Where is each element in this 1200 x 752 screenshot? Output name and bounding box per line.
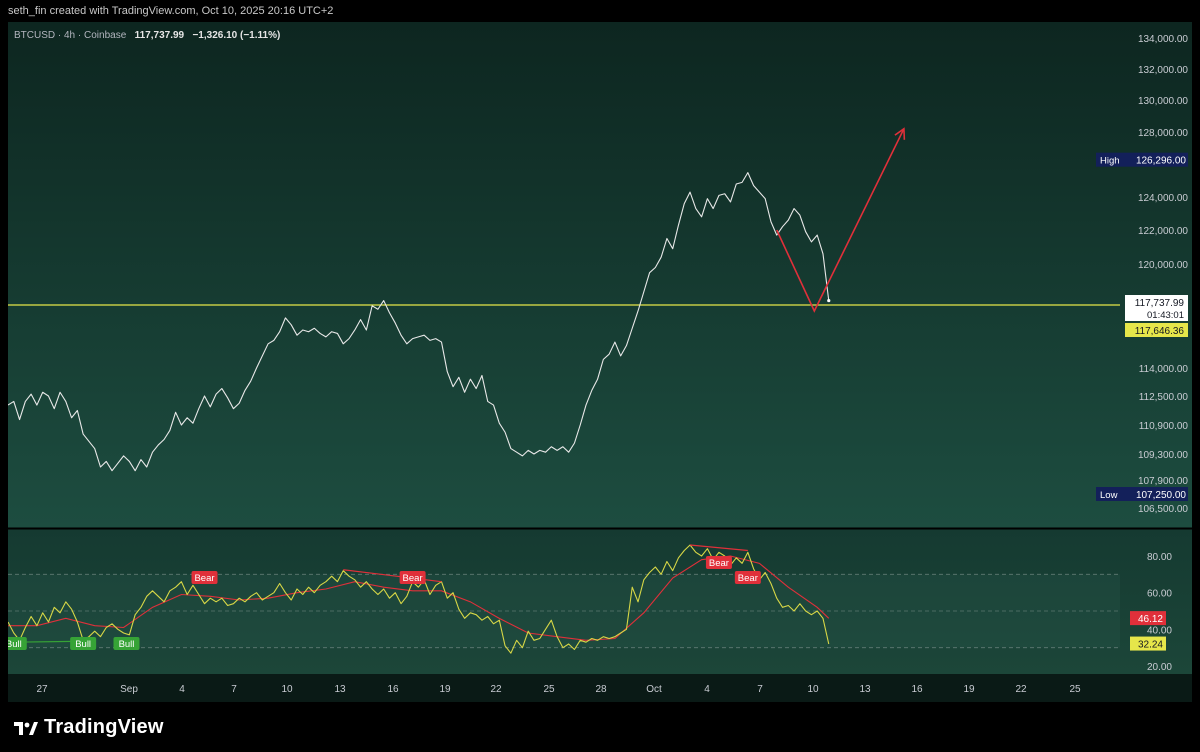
price-tick: 130,000.00	[1138, 96, 1188, 107]
price-tick: 107,900.00	[1138, 476, 1188, 487]
bull-label-text: Bull	[75, 639, 91, 650]
bear-label: Bear	[705, 556, 732, 569]
brand-name: TradingView	[44, 716, 164, 738]
rsi-band	[8, 574, 1120, 648]
rsi-tick: 60.00	[1147, 589, 1172, 600]
time-tick: 13	[859, 684, 871, 695]
price-tick: 122,000.00	[1138, 226, 1188, 237]
time-tick: 4	[179, 684, 185, 695]
current-price-value: 117,737.99	[1135, 298, 1185, 309]
tradingview-logo[interactable]: TradingView	[14, 716, 164, 739]
time-tick: 25	[543, 684, 555, 695]
price-tick: 112,500.00	[1139, 392, 1189, 403]
low-label: Low	[1100, 490, 1118, 501]
bear-label-text: Bear	[194, 573, 214, 584]
price-tick: 106,500.00	[1138, 504, 1188, 515]
bull-label: Bull	[70, 637, 97, 650]
low-value: 107,250.00	[1136, 490, 1186, 501]
bull-label: Bull	[8, 637, 27, 650]
rsi-value: 32.24	[1138, 640, 1163, 651]
bottom-bar	[0, 702, 1200, 752]
last-price-marker	[827, 298, 831, 303]
bull-label-text: Bull	[119, 639, 135, 650]
bear-label: Bear	[399, 571, 426, 584]
time-tick: Sep	[120, 684, 138, 695]
bull-label: Bull	[113, 637, 140, 650]
price-tick: 124,000.00	[1138, 193, 1188, 204]
high-label: High	[1100, 156, 1120, 167]
time-tick: Oct	[646, 684, 662, 695]
level-price-value: 117,646.36	[1135, 326, 1185, 337]
time-tick: 27	[36, 684, 48, 695]
bear-label-text: Bear	[738, 573, 758, 584]
rsi-tick: 40.00	[1147, 625, 1172, 636]
rsi-tick: 80.00	[1147, 552, 1172, 563]
price-change: −1,326.10 (−1.11%)	[192, 30, 281, 41]
bear-label: Bear	[191, 571, 218, 584]
time-tick: 25	[1069, 684, 1081, 695]
time-tick: 13	[334, 684, 346, 695]
price-tick: 114,000.00	[1139, 364, 1189, 375]
time-tick: 7	[757, 684, 763, 695]
price-pane-background	[8, 22, 1192, 528]
time-tick: 16	[387, 684, 399, 695]
high-value: 126,296.00	[1136, 156, 1186, 167]
chart-credit: seth_fin created with TradingView.com, O…	[8, 5, 334, 17]
time-tick: 19	[963, 684, 975, 695]
rsi-tick: 20.00	[1147, 662, 1172, 673]
symbol-info: BTCUSD · 4h · Coinbase 117,737.99 −1,326…	[14, 30, 280, 41]
price-tick: 134,000.00	[1138, 34, 1188, 45]
chart-area[interactable]: Bull Bull Bull Bear Bear Bear Bear 134,000.00 1…	[8, 22, 1192, 702]
time-tick: 22	[1015, 684, 1027, 695]
last-price: 117,737.99	[134, 30, 185, 41]
time-tick: 28	[595, 684, 607, 695]
time-tick: 4	[704, 684, 710, 695]
price-tick: 132,000.00	[1138, 65, 1188, 76]
time-tick: 19	[439, 684, 451, 695]
rsi-ma-value: 46.12	[1138, 614, 1163, 625]
time-tick: 7	[231, 684, 237, 695]
price-tick: 120,000.00	[1138, 260, 1188, 271]
price-tick: 109,300.00	[1138, 450, 1188, 461]
bear-label: Bear	[734, 571, 761, 584]
price-tick: 128,000.00	[1138, 128, 1188, 139]
time-tick: 10	[281, 684, 293, 695]
bull-label-text: Bull	[8, 639, 22, 650]
time-tick: 10	[807, 684, 819, 695]
symbol-label[interactable]: BTCUSD · 4h · Coinbase	[14, 30, 126, 41]
tradingview-logo-icon	[14, 721, 38, 735]
price-tick: 110,900.00	[1139, 421, 1189, 432]
bear-label-text: Bear	[403, 573, 423, 584]
time-tick: 22	[490, 684, 502, 695]
time-tick: 16	[911, 684, 923, 695]
countdown-value: 01:43:01	[1147, 310, 1184, 321]
top-bar: seth_fin created with TradingView.com, O…	[0, 0, 1200, 22]
bear-label-text: Bear	[709, 558, 729, 569]
